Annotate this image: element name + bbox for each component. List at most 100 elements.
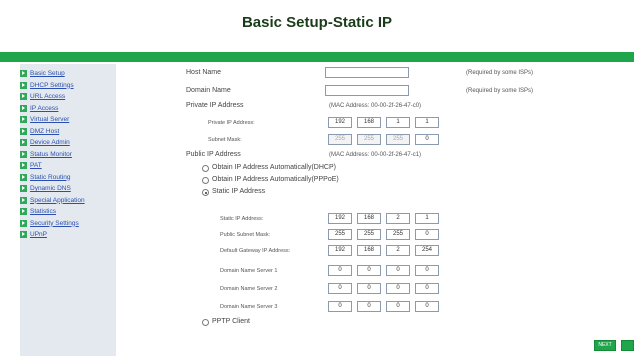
radio-pptp-label: PPTP Client (212, 318, 250, 325)
arrow-icon (20, 219, 27, 227)
public-mask-octet-4[interactable]: 0 (415, 229, 439, 240)
sidebar-item-url-access[interactable]: URL Access (20, 91, 116, 102)
sidebar-item-label: Status Monitor (30, 150, 72, 158)
sidebar-item-virtual-server[interactable]: Virtual Server (20, 114, 116, 125)
private-ip-label: Private IP Address: (208, 120, 255, 126)
sidebar-item-label: IP Access (30, 104, 59, 112)
sidebar-item-label: Static Routing (30, 173, 71, 181)
gateway-octet-1[interactable]: 192 (328, 245, 352, 256)
sidebar-item-dynamic-dns[interactable]: Dynamic DNS (20, 183, 116, 194)
sidebar-item-label: Security Settings (30, 219, 79, 227)
dns3-octet-2[interactable]: 0 (357, 301, 381, 312)
title-bar: Basic Setup-Static IP (0, 0, 634, 50)
sidebar-item-status-monitor[interactable]: Status Monitor (20, 149, 116, 160)
dns3-octet-1[interactable]: 0 (328, 301, 352, 312)
dns3-label: Domain Name Server 3 (220, 304, 278, 310)
dns2-octet-4[interactable]: 0 (415, 283, 439, 294)
private-mac-address: (MAC Address: 00-00-2f-26-47-c0) (329, 103, 422, 109)
public-ip-heading: Public IP Address (186, 151, 241, 158)
dns1-octet-4[interactable]: 0 (415, 265, 439, 276)
sidebar-item-basic-setup[interactable]: Basic Setup (20, 68, 116, 79)
static-ip-octet-3[interactable]: 2 (386, 213, 410, 224)
arrow-icon (20, 150, 27, 158)
arrow-icon (20, 139, 27, 146)
radio-dhcp[interactable] (202, 165, 209, 172)
dns1-octet-2[interactable]: 0 (357, 265, 381, 276)
radio-pppoe[interactable] (202, 177, 209, 184)
static-ip-octet-1[interactable]: 192 (328, 213, 352, 224)
arrow-icon (20, 93, 27, 100)
sidebar-item-upnp[interactable]: UPnP (20, 229, 116, 240)
private-ip-octet-2[interactable]: 168 (357, 117, 381, 128)
sidebar-item-label: UPnP (30, 231, 47, 238)
public-mac-address: (MAC Address: 00-00-2f-26-47-c1) (329, 152, 422, 158)
sidebar-item-dhcp-settings[interactable]: DHCP Settings (20, 80, 116, 91)
host-name-label: Host Name (186, 69, 222, 76)
subnet-mask-octet-1: 255 (328, 134, 352, 145)
sidebar-item-label: PAT (30, 162, 42, 169)
arrow-icon (20, 185, 27, 192)
private-ip-heading: Private IP Address (186, 102, 244, 109)
arrow-icon (20, 162, 27, 169)
arrow-icon (20, 196, 27, 204)
arrow-icon (20, 104, 27, 112)
public-mask-octet-3[interactable]: 255 (386, 229, 410, 240)
domain-name-input[interactable] (325, 85, 409, 96)
sidebar-item-ip-access[interactable]: IP Access (20, 103, 116, 114)
dns3-octet-3[interactable]: 0 (386, 301, 410, 312)
dns1-octet-3[interactable]: 0 (386, 265, 410, 276)
page-title: Basic Setup-Static IP (241, 14, 393, 31)
sidebar-item-device-admin[interactable]: Device Admin (20, 137, 116, 148)
domain-name-label: Domain Name (186, 87, 231, 94)
sidebar-item-security-settings[interactable]: Security Settings (20, 218, 116, 229)
arrow-icon (20, 231, 27, 238)
private-ip-octet-3[interactable]: 1 (386, 117, 410, 128)
sidebar-item-label: Basic Setup (30, 70, 65, 77)
dns1-octet-1[interactable]: 0 (328, 265, 352, 276)
sidebar-item-dmz-host[interactable]: DMZ Host (20, 126, 116, 137)
arrow-icon (20, 127, 27, 135)
radio-pptp[interactable] (202, 319, 209, 326)
static-ip-octet-2[interactable]: 168 (357, 213, 381, 224)
arrow-icon (20, 81, 27, 89)
dns2-octet-2[interactable]: 0 (357, 283, 381, 294)
sidebar-item-pat[interactable]: PAT (20, 160, 116, 171)
dns1-label: Domain Name Server 1 (220, 268, 278, 274)
private-ip-octet-1[interactable]: 192 (328, 117, 352, 128)
sidebar-item-special-application[interactable]: Special Application (20, 195, 116, 206)
dns3-octet-4[interactable]: 0 (415, 301, 439, 312)
arrow-icon (20, 70, 27, 77)
gateway-octet-3[interactable]: 2 (386, 245, 410, 256)
radio-dhcp-label: Obtain IP Address Automatically(DHCP) (212, 164, 336, 171)
static-ip-label: Static IP Address: (220, 216, 264, 222)
sidebar-item-label: Virtual Server (30, 116, 70, 123)
subnet-mask-label: Subnet Mask: (208, 137, 242, 143)
gateway-octet-4[interactable]: 254 (415, 245, 439, 256)
radio-static-ip[interactable] (202, 189, 209, 196)
dns2-octet-3[interactable]: 0 (386, 283, 410, 294)
gateway-label: Default Gateway IP Address: (220, 248, 291, 254)
sidebar-item-label: Device Admin (30, 139, 70, 146)
sidebar-item-label: DHCP Settings (30, 81, 74, 89)
subnet-mask-octet-4[interactable]: 0 (415, 134, 439, 145)
next-button[interactable]: NEXT (594, 340, 616, 351)
sidebar-item-label: Special Application (30, 196, 85, 204)
subnet-mask-octet-3: 255 (386, 134, 410, 145)
host-name-required-note: (Required by some ISPs) (466, 70, 534, 76)
host-name-input[interactable] (325, 67, 409, 78)
sidebar-item-label: DMZ Host (30, 127, 60, 135)
second-button[interactable] (621, 340, 634, 351)
green-divider-bar (0, 52, 634, 62)
public-mask-octet-1[interactable]: 255 (328, 229, 352, 240)
gateway-octet-2[interactable]: 168 (357, 245, 381, 256)
radio-static-ip-label: Static IP Address (212, 188, 266, 195)
sidebar-item-static-routing[interactable]: Static Routing (20, 172, 116, 183)
public-mask-octet-2[interactable]: 255 (357, 229, 381, 240)
sidebar-item-label: Dynamic DNS (30, 185, 71, 192)
subnet-mask-octet-2: 255 (357, 134, 381, 145)
private-ip-octet-4[interactable]: 1 (415, 117, 439, 128)
sidebar-item-statistics[interactable]: Statistics (20, 206, 116, 217)
static-ip-octet-4[interactable]: 1 (415, 213, 439, 224)
dns2-octet-1[interactable]: 0 (328, 283, 352, 294)
public-subnet-mask-label: Public Subnet Mask: (220, 232, 271, 238)
